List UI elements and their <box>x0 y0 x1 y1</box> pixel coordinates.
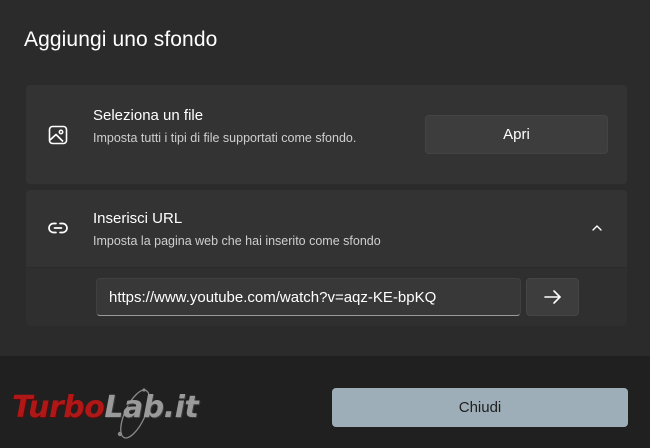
select-file-description: Imposta tutti i tipi di file supportati … <box>93 131 357 145</box>
open-button[interactable]: Apri <box>425 115 608 154</box>
insert-url-body: https://www.youtube.com/watch?v=aqz-KE-b… <box>26 268 627 326</box>
watermark-part1: Turbo <box>12 390 105 425</box>
insert-url-title: Inserisci URL <box>93 210 183 227</box>
watermark-part2: Lab.it <box>104 390 199 425</box>
dialog-footer: TurboLab.it Chiudi <box>0 356 650 448</box>
turbolab-watermark: TurboLab.it <box>10 384 240 444</box>
dialog-title: Aggiungi uno sfondo <box>24 28 218 51</box>
link-icon <box>48 222 68 234</box>
insert-url-description: Imposta la pagina web che hai inserito c… <box>93 234 381 248</box>
arrow-right-icon <box>543 290 561 304</box>
watermark-text: TurboLab.it <box>12 390 199 425</box>
insert-url-header[interactable]: Inserisci URL Imposta la pagina web che … <box>26 190 627 267</box>
select-file-card: Seleziona un file Imposta tutti i tipi d… <box>26 85 627 184</box>
image-icon <box>48 125 68 145</box>
insert-url-card: Inserisci URL Imposta la pagina web che … <box>26 190 627 326</box>
add-background-dialog: Aggiungi uno sfondo Seleziona un file Im… <box>0 0 650 448</box>
dialog-content: Aggiungi uno sfondo Seleziona un file Im… <box>0 0 650 356</box>
go-button[interactable] <box>526 278 579 316</box>
url-input[interactable]: https://www.youtube.com/watch?v=aqz-KE-b… <box>96 278 521 316</box>
chevron-up-icon[interactable] <box>589 220 605 236</box>
close-button[interactable]: Chiudi <box>332 388 628 427</box>
select-file-title: Seleziona un file <box>93 107 204 124</box>
